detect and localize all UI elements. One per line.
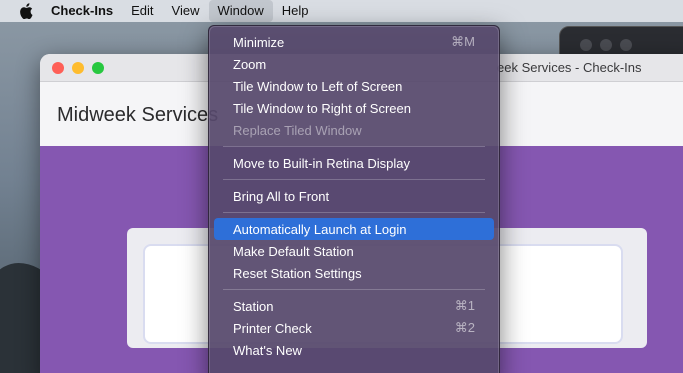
- menu-edit[interactable]: Edit: [122, 0, 162, 22]
- menu-item-printer-check[interactable]: Printer Check ⌘2: [214, 317, 494, 339]
- minimize-icon[interactable]: [72, 62, 84, 74]
- menu-item-label: Make Default Station: [233, 243, 354, 259]
- inactive-close-icon[interactable]: [580, 39, 592, 51]
- menu-item-label: Bring All to Front: [233, 188, 330, 204]
- menu-item-label: What's New: [233, 342, 302, 358]
- menu-view[interactable]: View: [163, 0, 209, 22]
- menu-item-minimize[interactable]: Minimize ⌘M: [214, 31, 494, 53]
- menu-item-zoom[interactable]: Zoom: [214, 53, 494, 75]
- menu-app-name[interactable]: Check-Ins: [38, 0, 122, 22]
- menu-item-automatically-launch-at-login[interactable]: Automatically Launch at Login: [214, 218, 494, 240]
- menu-item-shortcut: ⌘1: [454, 298, 475, 313]
- inactive-zoom-icon[interactable]: [620, 39, 632, 51]
- menu-item-label: Reset Station Settings: [233, 265, 362, 281]
- menu-separator: [223, 146, 485, 147]
- menu-item-station[interactable]: Station ⌘1: [214, 295, 494, 317]
- menu-item-label: Zoom: [233, 56, 267, 72]
- menu-item-tile-window-to-left-of-screen[interactable]: Tile Window to Left of Screen: [214, 75, 494, 97]
- close-icon[interactable]: [52, 62, 64, 74]
- menu-item-label: Replace Tiled Window: [233, 122, 362, 138]
- menu-item-make-default-station[interactable]: Make Default Station: [214, 240, 494, 262]
- menu-item-label: Minimize: [233, 34, 285, 50]
- menu-separator: [223, 179, 485, 180]
- menu-item-replace-tiled-window: Replace Tiled Window: [214, 119, 494, 141]
- menu-item-label: Move to Built-in Retina Display: [233, 155, 411, 171]
- menu-bar: Check-Ins Edit View Window Help: [0, 0, 683, 22]
- window-menu-dropdown: Minimize ⌘M Zoom Tile Window to Left of Scr…: [208, 25, 500, 373]
- menu-item-label: Tile Window to Left of Screen: [233, 78, 403, 94]
- menu-item-bring-all-to-front[interactable]: Bring All to Front: [214, 185, 494, 207]
- apple-logo-icon[interactable]: [14, 3, 38, 19]
- menu-separator: [223, 212, 485, 213]
- menu-item-reset-station-settings[interactable]: Reset Station Settings: [214, 262, 494, 284]
- menu-item-label: Station: [233, 298, 274, 314]
- menu-item-tile-window-to-right-of-screen[interactable]: Tile Window to Right of Screen: [214, 97, 494, 119]
- menu-item-what-s-new[interactable]: What's New: [214, 339, 494, 361]
- menu-window[interactable]: Window: [208, 0, 273, 22]
- menu-item-move-to-built-in-retina-display[interactable]: Move to Built-in Retina Display: [214, 152, 494, 174]
- page-title: Midweek Services: [57, 104, 219, 126]
- menu-item-shortcut: ⌘M: [451, 34, 475, 49]
- menu-separator: [223, 289, 485, 290]
- window-title: eek Services - Check-Ins: [497, 60, 642, 75]
- zoom-icon[interactable]: [92, 62, 104, 74]
- menu-item-label: Tile Window to Right of Screen: [233, 100, 411, 116]
- menu-help[interactable]: Help: [273, 0, 318, 22]
- inactive-minimize-icon[interactable]: [600, 39, 612, 51]
- menu-item-label: Printer Check: [233, 320, 312, 336]
- background-window-controls: [580, 39, 632, 51]
- window-controls: [52, 62, 104, 74]
- menu-item-shortcut: ⌘2: [454, 320, 475, 335]
- menu-item-label: Automatically Launch at Login: [233, 221, 407, 237]
